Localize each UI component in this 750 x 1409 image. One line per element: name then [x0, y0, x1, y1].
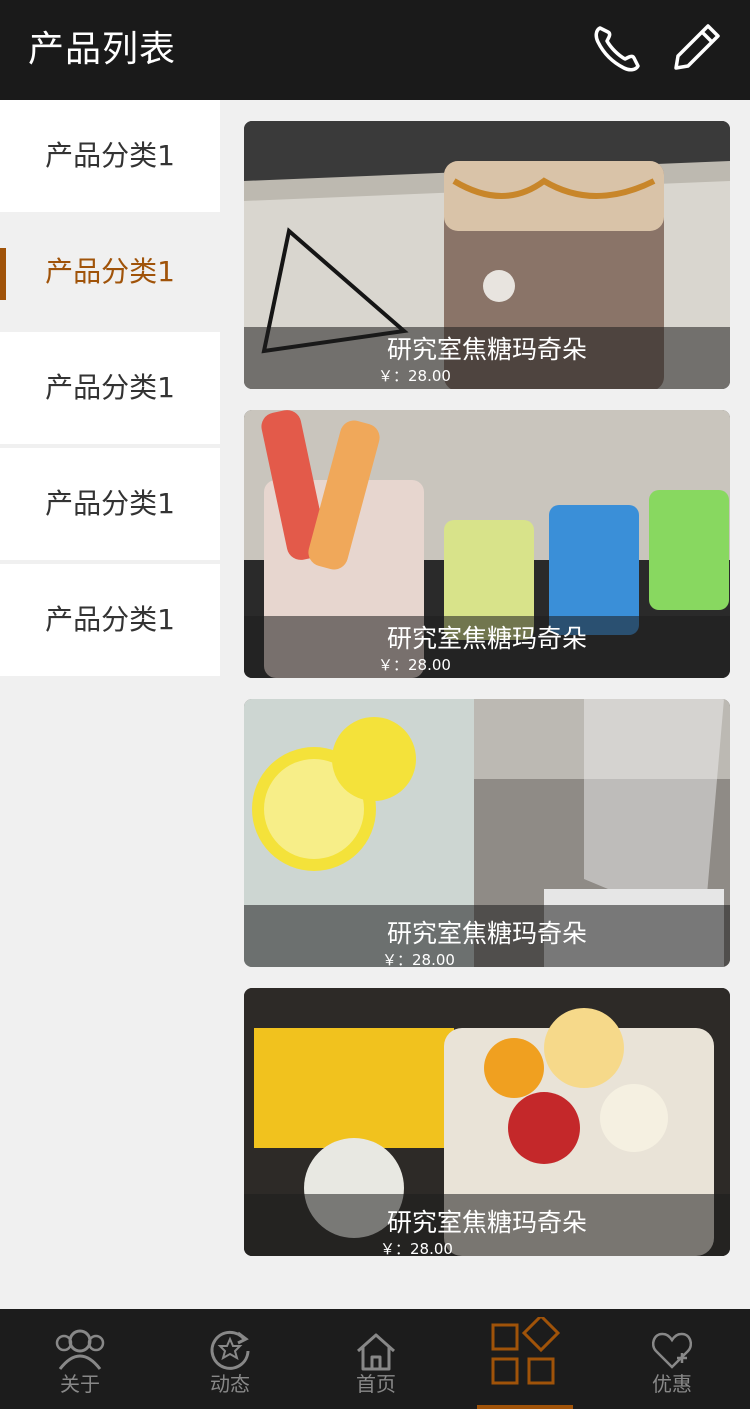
sidebar-item-label: 产品分类1: [45, 139, 175, 172]
sidebar-item-category-5[interactable]: 产品分类1: [0, 564, 220, 676]
tab-about[interactable]: 关于: [40, 1309, 120, 1409]
tab-home[interactable]: 首页: [336, 1309, 416, 1409]
home-icon: [357, 1333, 395, 1371]
product-name: 研究室焦糖玛奇朵: [386, 335, 587, 364]
product-caption: 研究室焦糖玛奇朵 ￥：28.00: [244, 327, 730, 389]
product-caption: 研究室焦糖玛奇朵 ￥：28.00: [244, 616, 730, 678]
product-name: 研究室焦糖玛奇朵: [386, 624, 587, 653]
sidebar-item-label: 产品分类1: [45, 487, 175, 520]
people-icon: [55, 1329, 105, 1370]
product-name: 研究室焦糖玛奇朵: [386, 1208, 587, 1237]
top-bar: 产品列表: [0, 0, 750, 100]
refresh-star-icon: [210, 1330, 250, 1370]
heart-plus-icon: [651, 1332, 693, 1369]
product-card[interactable]: 研究室焦糖玛奇朵 ￥：28.00: [244, 699, 730, 967]
product-price: ￥：28.00: [382, 951, 455, 967]
tab-label: 优惠: [652, 1372, 692, 1396]
pencil-icon[interactable]: [668, 20, 724, 76]
sidebar-item-label: 产品分类1: [45, 603, 175, 636]
tab-label: 关于: [60, 1372, 100, 1396]
sidebar-item-label: 产品分类1: [45, 371, 175, 404]
product-card[interactable]: 研究室焦糖玛奇朵 ￥：28.00: [244, 988, 730, 1256]
sidebar-item-label: 产品分类1: [45, 255, 175, 288]
grid-icon: [491, 1317, 561, 1385]
sidebar-item-category-3[interactable]: 产品分类1: [0, 332, 220, 444]
product-card[interactable]: 研究室焦糖玛奇朵 ￥：28.00: [244, 410, 730, 678]
sidebar-item-category-4[interactable]: 产品分类1: [0, 448, 220, 560]
product-caption: 研究室焦糖玛奇朵 ￥：28.00: [244, 1194, 730, 1256]
product-name: 研究室焦糖玛奇朵: [386, 919, 587, 948]
phone-icon[interactable]: [590, 20, 646, 76]
tab-products[interactable]: [477, 1309, 573, 1409]
page-title: 产品列表: [28, 29, 177, 70]
bottom-tab-bar: 关于 动态 首页 优惠: [0, 1309, 750, 1409]
tab-label: 动态: [210, 1372, 250, 1396]
sidebar-item-category-1[interactable]: 产品分类1: [0, 100, 220, 212]
tab-offers[interactable]: 优惠: [632, 1309, 712, 1409]
product-price: ￥：28.00: [378, 367, 451, 385]
product-price: ￥：28.00: [378, 656, 451, 674]
product-price: ￥：28.00: [380, 1240, 453, 1256]
product-caption: 研究室焦糖玛奇朵 ￥：28.00: [244, 905, 730, 967]
tab-news[interactable]: 动态: [190, 1309, 270, 1409]
product-card[interactable]: 研究室焦糖玛奇朵 ￥：28.00: [244, 121, 730, 389]
active-tab-indicator: [477, 1405, 573, 1409]
sidebar-item-category-2[interactable]: 产品分类1: [0, 216, 220, 328]
tab-label: 首页: [356, 1372, 396, 1396]
